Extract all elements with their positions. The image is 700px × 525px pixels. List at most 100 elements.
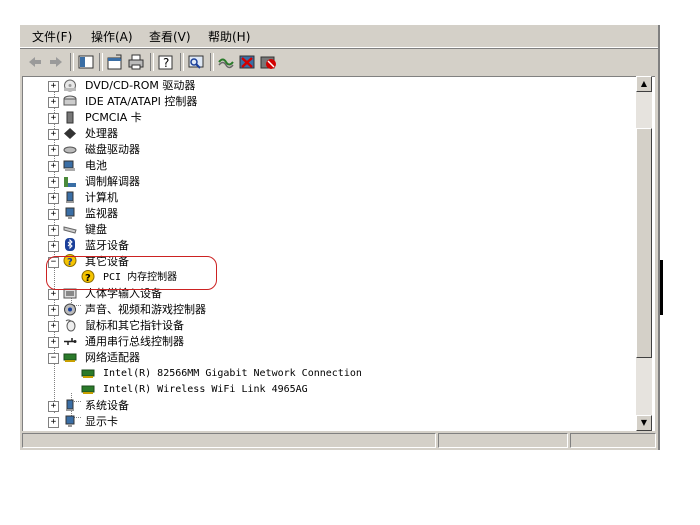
toolbar-separator bbox=[70, 53, 74, 71]
highlight-annotation bbox=[46, 256, 217, 290]
tree-item[interactable]: Intel(R) 82566MM Gigabit Network Connect… bbox=[23, 366, 623, 382]
battery-icon bbox=[63, 160, 75, 171]
expand-toggle[interactable]: + bbox=[48, 129, 59, 140]
expand-toggle[interactable]: + bbox=[48, 193, 59, 204]
menu-help[interactable]: 帮助(H) bbox=[208, 28, 250, 45]
expand-toggle[interactable]: + bbox=[48, 305, 59, 316]
expand-toggle[interactable]: + bbox=[48, 209, 59, 220]
expand-toggle[interactable]: + bbox=[48, 289, 59, 300]
menu-view[interactable]: 查看(V) bbox=[149, 28, 191, 45]
sound-icon bbox=[64, 303, 76, 316]
network-card-icon bbox=[81, 369, 95, 378]
display-adapter-icon bbox=[65, 415, 75, 427]
menu-action[interactable]: 操作(A) bbox=[91, 28, 133, 45]
tree-item[interactable]: + 磁盘驱动器 bbox=[23, 142, 623, 158]
tree-item[interactable]: + 电池 bbox=[23, 158, 623, 174]
toolbar-separator bbox=[99, 53, 103, 71]
show-hide-tree-icon[interactable] bbox=[77, 53, 95, 71]
processor-icon bbox=[64, 128, 76, 139]
computer-icon bbox=[66, 191, 74, 203]
tree-item-label: 蓝牙设备 bbox=[85, 239, 129, 252]
print-icon[interactable] bbox=[127, 53, 145, 71]
network-adapter-icon bbox=[63, 353, 77, 362]
tree-item[interactable]: + IDE ATA/ATAPI 控制器 bbox=[23, 94, 623, 110]
tree-item[interactable]: + 键盘 bbox=[23, 222, 623, 238]
toolbar: ? bbox=[20, 48, 658, 75]
scroll-thumb[interactable] bbox=[636, 128, 652, 358]
svg-text:?: ? bbox=[163, 56, 169, 70]
forward-icon[interactable] bbox=[47, 53, 65, 71]
tree-item[interactable]: + 计算机 bbox=[23, 190, 623, 206]
expand-toggle[interactable]: + bbox=[48, 241, 59, 252]
scroll-down-button[interactable]: ▼ bbox=[636, 415, 652, 431]
back-icon[interactable] bbox=[26, 53, 44, 71]
monitor-icon bbox=[65, 207, 75, 219]
pcmcia-icon bbox=[66, 111, 74, 124]
mouse-icon bbox=[65, 319, 76, 332]
toolbar-separator bbox=[210, 53, 214, 71]
update-driver-icon[interactable] bbox=[217, 53, 235, 71]
status-bar bbox=[20, 431, 658, 450]
tree-item[interactable]: + 处理器 bbox=[23, 126, 623, 142]
tree-item[interactable]: + 显示卡 bbox=[23, 414, 623, 430]
expand-toggle[interactable]: + bbox=[48, 113, 59, 124]
expand-toggle[interactable]: + bbox=[48, 321, 59, 332]
tree-item-label: 电池 bbox=[85, 159, 107, 172]
tree-item[interactable]: + 调制解调器 bbox=[23, 174, 623, 190]
expand-toggle[interactable]: + bbox=[48, 417, 59, 428]
expand-toggle[interactable]: + bbox=[48, 97, 59, 108]
tree-item[interactable]: + 鼠标和其它指针设备 bbox=[23, 318, 623, 334]
tree-item[interactable]: + DVD/CD-ROM 驱动器 bbox=[23, 78, 623, 94]
status-panel bbox=[438, 433, 568, 448]
menu-bar: 文件(F) 操作(A) 查看(V) 帮助(H) bbox=[20, 25, 658, 48]
device-manager-window: 文件(F) 操作(A) 查看(V) 帮助(H) ? + DVD/CD-ROM 驱… bbox=[20, 25, 658, 450]
tree-item[interactable]: + 声音、视频和游戏控制器 bbox=[23, 302, 623, 318]
help-icon[interactable]: ? bbox=[157, 53, 175, 71]
expand-toggle[interactable]: + bbox=[48, 81, 59, 92]
modem-icon bbox=[64, 177, 76, 187]
disable-icon[interactable] bbox=[259, 53, 277, 71]
system-device-icon bbox=[66, 399, 74, 411]
tree-item[interactable]: + PCMCIA 卡 bbox=[23, 110, 623, 126]
vertical-scrollbar[interactable]: ▲ ▼ bbox=[636, 76, 652, 431]
tree-item-label: 调制解调器 bbox=[85, 175, 140, 188]
tree-item-label: 鼠标和其它指针设备 bbox=[85, 319, 184, 332]
tree-item-label: 处理器 bbox=[85, 127, 118, 140]
menu-file[interactable]: 文件(F) bbox=[32, 28, 72, 45]
cdrom-icon bbox=[64, 79, 76, 92]
collapse-toggle[interactable]: − bbox=[48, 353, 59, 364]
window-edge bbox=[658, 25, 660, 450]
expand-toggle[interactable]: + bbox=[48, 177, 59, 188]
expand-toggle[interactable]: + bbox=[48, 145, 59, 156]
expand-toggle[interactable]: + bbox=[48, 225, 59, 236]
expand-toggle[interactable]: + bbox=[48, 161, 59, 172]
uninstall-icon[interactable] bbox=[238, 53, 256, 71]
scan-hardware-icon[interactable] bbox=[187, 53, 205, 71]
tree-item-label: DVD/CD-ROM 驱动器 bbox=[85, 79, 196, 92]
tree-item-label: PCMCIA 卡 bbox=[85, 111, 142, 124]
keyboard-icon bbox=[63, 226, 77, 234]
tree-item[interactable]: + 通用串行总线控制器 bbox=[23, 334, 623, 350]
tree-item[interactable]: + 系统设备 bbox=[23, 398, 623, 414]
tree-item[interactable]: − 网络适配器 bbox=[23, 350, 623, 366]
tree-item-label: Intel(R) 82566MM Gigabit Network Connect… bbox=[103, 368, 362, 379]
expand-toggle[interactable]: + bbox=[48, 337, 59, 348]
tree-item-label: IDE ATA/ATAPI 控制器 bbox=[85, 95, 198, 108]
tree-item-label: 系统设备 bbox=[85, 399, 129, 412]
network-card-icon bbox=[81, 385, 95, 394]
toolbar-separator bbox=[150, 53, 154, 71]
tree-item-label: 键盘 bbox=[85, 223, 107, 236]
tree-item-label: 磁盘驱动器 bbox=[85, 143, 140, 156]
tree-item-label: Intel(R) Wireless WiFi Link 4965AG bbox=[103, 384, 308, 395]
bluetooth-icon bbox=[65, 238, 75, 251]
tree-item[interactable]: + 蓝牙设备 bbox=[23, 238, 623, 254]
usb-icon bbox=[64, 338, 77, 345]
status-panel bbox=[22, 433, 436, 448]
tree-item-label: 显示卡 bbox=[85, 415, 118, 428]
tree-item-label: 声音、视频和游戏控制器 bbox=[85, 303, 206, 316]
properties-icon[interactable] bbox=[106, 53, 124, 71]
tree-item[interactable]: Intel(R) Wireless WiFi Link 4965AG bbox=[23, 382, 623, 398]
expand-toggle[interactable]: + bbox=[48, 401, 59, 412]
scroll-up-button[interactable]: ▲ bbox=[636, 76, 652, 92]
tree-item[interactable]: + 监视器 bbox=[23, 206, 623, 222]
